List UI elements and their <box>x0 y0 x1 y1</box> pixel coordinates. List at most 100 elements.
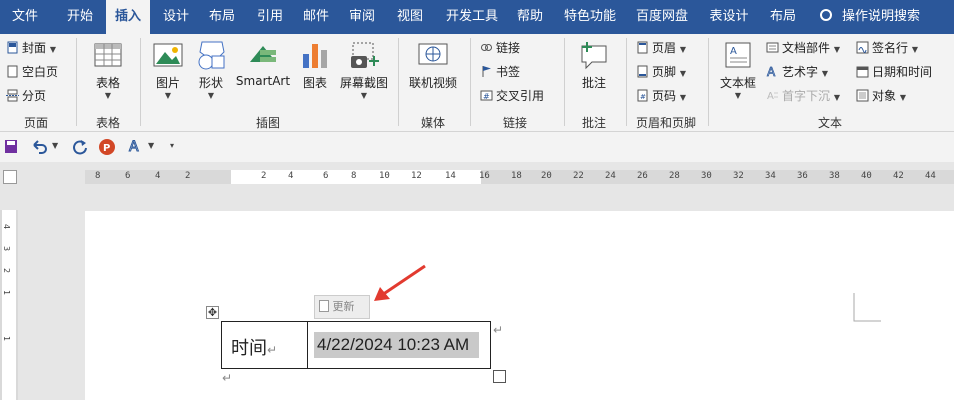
smartart-button[interactable]: SmartArt <box>234 38 292 88</box>
horizontal-ruler[interactable]: 8 6 4 2 2 4 6 8 10 12 14 16 18 20 22 24 … <box>85 170 954 184</box>
redo-icon[interactable] <box>72 137 88 157</box>
table-button-label: 表格 <box>95 76 120 90</box>
new-comment-label: 批注 <box>581 76 606 90</box>
ruler-number: 32 <box>733 171 744 181</box>
chevron-down-icon: ▼ <box>207 91 215 100</box>
svg-text:A: A <box>767 65 776 78</box>
wordart-icon: A <box>767 65 777 78</box>
group-label-text: 文本 <box>817 116 842 130</box>
wordart-label: 艺术字 <box>782 65 819 79</box>
table-resize-handle[interactable] <box>493 370 506 383</box>
drop-cap-button[interactable]: A 首字下沉 ▼ <box>766 85 840 107</box>
tab-selector[interactable] <box>3 170 17 184</box>
table-cell[interactable]: 4/22/2024 10:23 AM <box>308 322 490 368</box>
blank-page-button[interactable]: 空白页 <box>6 61 58 83</box>
tab-references[interactable]: 引用 <box>248 0 292 34</box>
save-icon[interactable] <box>4 137 18 157</box>
tab-design[interactable]: 设计 <box>154 0 198 34</box>
page-break-button[interactable]: 分页 <box>6 85 46 107</box>
update-field-button[interactable]: 更新 <box>314 295 370 319</box>
tab-help[interactable]: 帮助 <box>508 0 552 34</box>
table-move-handle[interactable]: ✥ <box>206 306 219 319</box>
online-video-button[interactable]: 联机视频 <box>406 38 460 91</box>
group-label-pages: 页面 <box>23 116 48 130</box>
header-icon <box>637 41 648 54</box>
table-button[interactable]: 表格 ▼ <box>88 38 128 100</box>
quick-parts-icon <box>766 42 779 53</box>
footer-icon <box>637 65 648 78</box>
link-label: 链接 <box>496 41 521 55</box>
pictures-label: 图片 <box>155 76 180 90</box>
paragraph-mark: ↵ <box>222 371 233 385</box>
ruler-number: 18 <box>511 171 522 181</box>
chevron-down-icon: ▼ <box>679 45 686 54</box>
tab-view[interactable]: 视图 <box>388 0 432 34</box>
font-color-icon[interactable]: A <box>128 137 144 157</box>
ruler-number: 34 <box>765 171 776 181</box>
shapes-icon <box>198 41 225 70</box>
arrow-annotation <box>374 264 426 301</box>
group-label-comments: 批注 <box>581 116 606 130</box>
text-box-label: 文本框 <box>719 76 756 90</box>
powerpoint-icon[interactable]: P <box>98 137 116 157</box>
page-number-button[interactable]: # 页码 ▼ <box>636 85 686 107</box>
ruler-number: 4 <box>288 171 294 181</box>
ruler-number: 40 <box>861 171 872 181</box>
footer-button[interactable]: 页脚 ▼ <box>636 61 686 83</box>
tab-review[interactable]: 审阅 <box>340 0 384 34</box>
drop-cap-icon: A <box>767 91 778 102</box>
tab-special-features[interactable]: 特色功能 <box>558 0 622 34</box>
quick-parts-button[interactable]: 文档部件 ▼ <box>766 37 840 59</box>
ruler-number: 42 <box>893 171 904 181</box>
vertical-ruler[interactable]: 4 3 2 1 1 <box>0 210 18 400</box>
svg-text:A: A <box>129 139 139 155</box>
tell-me-search[interactable]: 操作说明搜索 <box>820 0 920 34</box>
tab-table-design[interactable]: 表设计 <box>702 0 756 34</box>
object-button[interactable]: 对象 ▼ <box>856 85 906 107</box>
ruler-number: 38 <box>829 171 840 181</box>
text-box-button[interactable]: A 文本框 ▼ <box>716 38 760 100</box>
date-time-field[interactable]: 4/22/2024 10:23 AM <box>314 332 479 358</box>
tab-layout[interactable]: 布局 <box>200 0 244 34</box>
customize-qat-icon[interactable]: ▾ <box>170 141 174 161</box>
ruler-number: 30 <box>701 171 712 181</box>
tab-insert[interactable]: 插入 <box>106 0 150 34</box>
pictures-button[interactable]: 图片 ▼ <box>150 38 186 100</box>
link-button[interactable]: 链接 <box>480 37 520 59</box>
cross-reference-button[interactable]: # 交叉引用 <box>480 85 544 107</box>
undo-icon[interactable] <box>30 137 48 157</box>
tab-mailings[interactable]: 邮件 <box>294 0 338 34</box>
tab-table-layout[interactable]: 布局 <box>760 0 806 34</box>
group-label-tables: 表格 <box>95 116 120 130</box>
table-cell[interactable]: 时间↵ <box>222 322 308 368</box>
tab-file[interactable]: 文件 <box>0 0 50 34</box>
chevron-down-icon[interactable]: ▼ <box>148 141 154 161</box>
paragraph-mark: ↵ <box>267 343 278 357</box>
shapes-button[interactable]: 形状 ▼ <box>194 38 228 100</box>
signature-line-button[interactable]: 签名行 ▼ <box>856 37 918 59</box>
cover-page-button[interactable]: 封面 ▼ <box>6 37 56 59</box>
tab-baidu-netdisk[interactable]: 百度网盘 <box>630 0 694 34</box>
group-separator <box>76 38 77 126</box>
bookmark-icon <box>482 66 491 77</box>
wordart-button[interactable]: A 艺术字 ▼ <box>766 61 828 83</box>
picture-icon <box>153 43 183 67</box>
screenshot-button[interactable]: 屏幕截图 ▼ <box>336 38 392 100</box>
chart-icon <box>303 44 327 68</box>
new-comment-button[interactable]: 批注 <box>574 38 614 91</box>
page-break-label: 分页 <box>22 89 47 103</box>
header-button[interactable]: 页眉 ▼ <box>636 37 686 59</box>
date-time-button[interactable]: 日期和时间 <box>856 61 932 83</box>
tab-developer[interactable]: 开发工具 <box>440 0 504 34</box>
chart-button[interactable]: 图表 <box>298 38 332 91</box>
chevron-down-icon: ▼ <box>164 91 172 100</box>
ruler-number: 24 <box>605 171 616 181</box>
chevron-down-icon: ▼ <box>734 91 742 100</box>
ruler-number: 2 <box>185 171 191 181</box>
comment-icon <box>581 42 607 70</box>
chevron-down-icon[interactable]: ▼ <box>52 141 58 161</box>
document-page[interactable]: ✥ 更新 时间↵ 4/22/2024 10:23 AM ↵ ↵ <box>85 211 954 400</box>
cross-reference-icon: # <box>480 90 493 101</box>
bookmark-button[interactable]: 书签 <box>480 61 520 83</box>
tab-home[interactable]: 开始 <box>54 0 106 34</box>
